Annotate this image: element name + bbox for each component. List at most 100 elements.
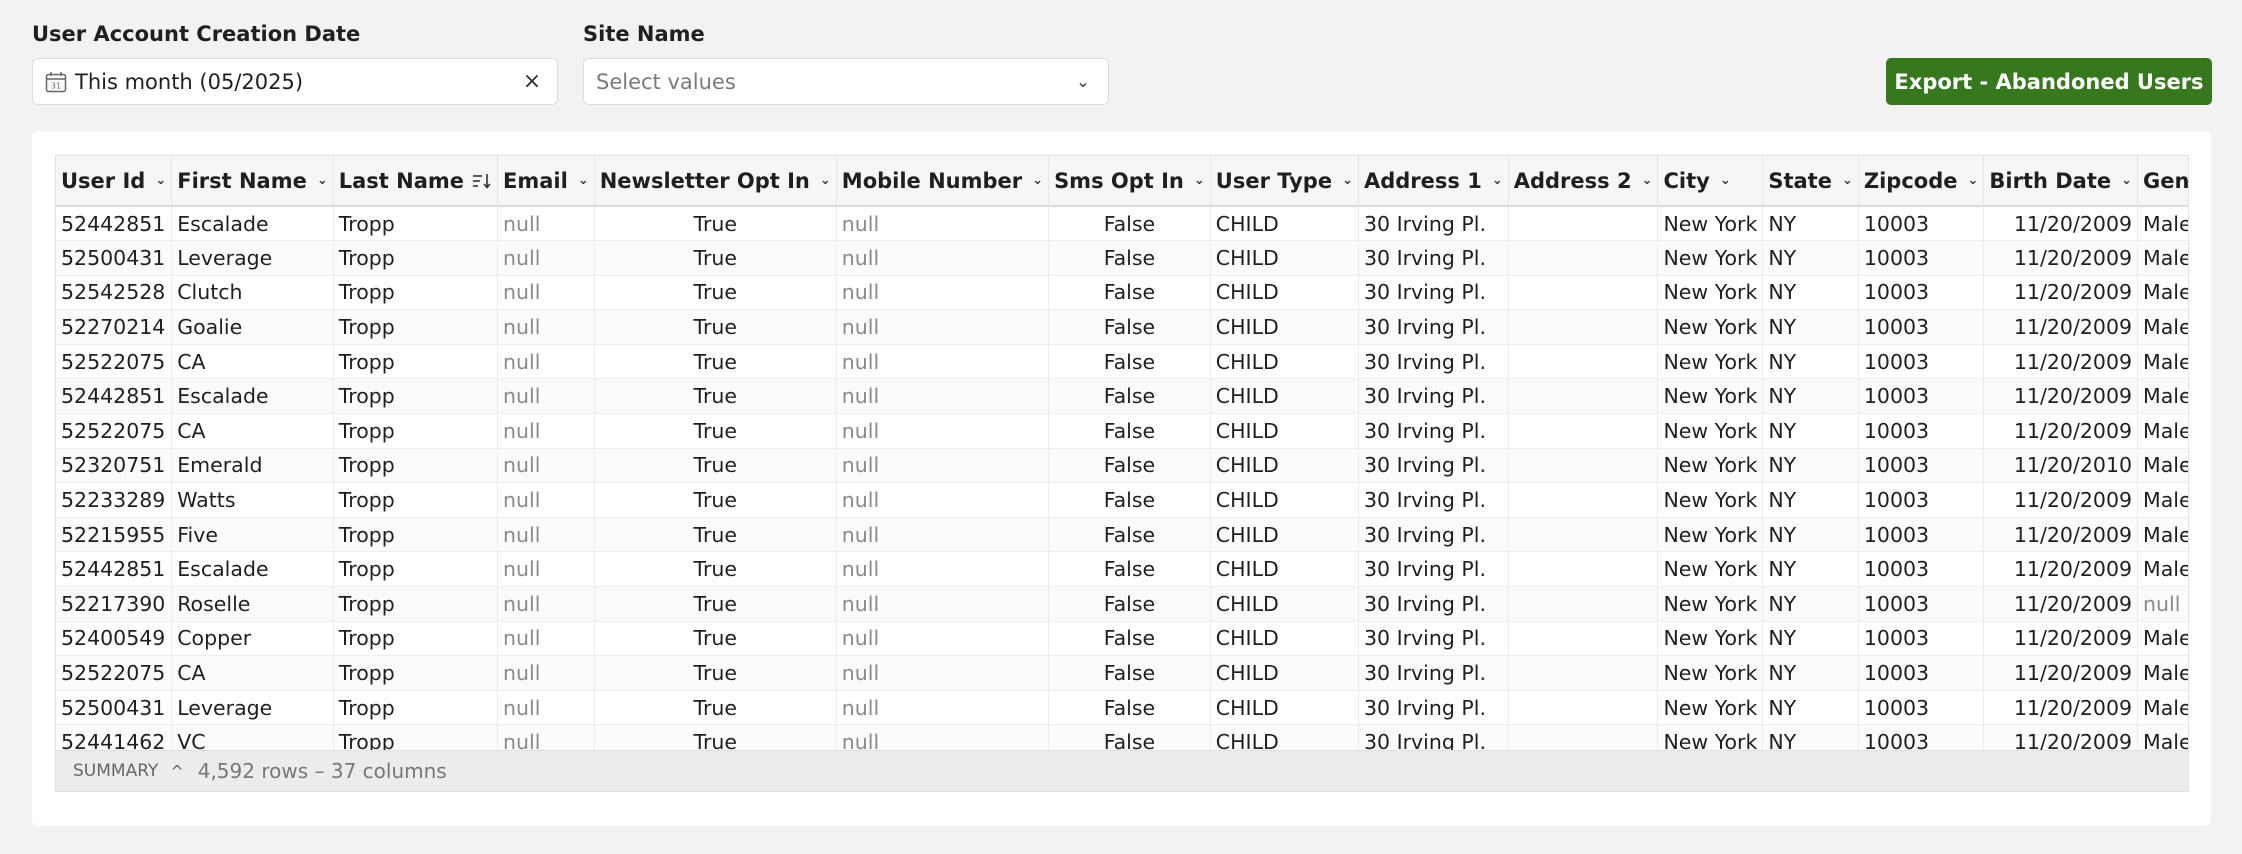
cell-last-name: Tropp	[333, 551, 499, 588]
column-header-address2[interactable]: Address 2 ⌄	[1508, 156, 1659, 207]
summary-label[interactable]: SUMMARY	[73, 761, 158, 781]
column-header-city[interactable]: City ⌄	[1657, 156, 1764, 207]
chevron-down-icon[interactable]: ⌄	[578, 173, 589, 188]
chevron-down-icon[interactable]: ⌄	[820, 173, 831, 188]
cell-user-type: CHILD	[1210, 586, 1359, 622]
cell-city: New York	[1657, 690, 1764, 726]
cell-newsletter: True	[594, 309, 837, 345]
table-row[interactable]: 52400549 Copper Tropp null True null False CHIL…	[56, 621, 2188, 657]
cell-user-id: 52215955	[56, 517, 173, 553]
cell-zipcode: 10003	[1858, 275, 1985, 311]
table-row[interactable]: 52270214 Goalie Tropp null True null False CHIL…	[56, 309, 2188, 345]
chevron-down-icon[interactable]: ⌄	[1842, 173, 1853, 188]
cell-address2	[1508, 586, 1659, 622]
cell-birth-date: 11/20/2009	[1983, 378, 2139, 415]
chevron-down-icon[interactable]: ⌄	[1032, 173, 1043, 188]
column-header-state[interactable]: State ⌄	[1762, 156, 1859, 207]
date-filter-field[interactable]: 31 This month (05/2025) ×	[32, 58, 558, 105]
column-header-gender[interactable]: Gend⌄	[2137, 156, 2188, 207]
column-header-address1[interactable]: Address 1 ⌄	[1358, 156, 1509, 207]
table-row[interactable]: 52320751 Emerald Tropp null True null False CHI…	[56, 448, 2188, 484]
chevron-down-icon[interactable]: ⌄	[155, 173, 166, 188]
cell-mobile: null	[836, 655, 1050, 691]
calendar-icon: 31	[45, 71, 67, 92]
cell-email: null	[497, 448, 595, 484]
chevron-up-icon[interactable]: ^	[170, 762, 183, 781]
cell-state: NY	[1762, 240, 1859, 276]
column-header-user-type[interactable]: User Type ⌄	[1210, 156, 1359, 207]
date-filter-value: This month (05/2025)	[75, 69, 304, 94]
column-header-label: Birth Date	[1989, 168, 2112, 193]
cell-birth-date: 11/20/2009	[1983, 690, 2139, 726]
cell-first-name: Clutch	[171, 275, 334, 311]
cell-user-type: CHILD	[1210, 309, 1359, 345]
cell-birth-date: 11/20/2009	[1983, 309, 2139, 345]
cell-mobile: null	[836, 344, 1050, 380]
chevron-down-icon[interactable]: ⌄	[1342, 173, 1353, 188]
table-row[interactable]: 52522075 CA Tropp null True null False CHILD 30 …	[56, 413, 2188, 449]
cell-state: NY	[1762, 378, 1859, 415]
column-header-newsletter[interactable]: Newsletter Opt In ⌄	[594, 156, 837, 207]
cell-address2	[1508, 551, 1659, 588]
cell-first-name: Five	[171, 517, 334, 553]
cell-address2	[1508, 482, 1659, 518]
table-row[interactable]: 52500431 Leverage Tropp null True null False CH…	[56, 240, 2188, 276]
cell-gender: Male	[2137, 517, 2188, 553]
table-row[interactable]: 52500431 Leverage Tropp null True null False CH…	[56, 690, 2188, 726]
cell-sms: False	[1048, 448, 1211, 484]
cell-gender: Male	[2137, 206, 2188, 242]
table-row[interactable]: 52215955 Five Tropp null True null False CHILD 3…	[56, 517, 2188, 553]
column-header-mobile[interactable]: Mobile Number ⌄	[836, 156, 1050, 207]
site-filter-select[interactable]: Select values ⌄	[583, 58, 1109, 105]
export-abandoned-users-button[interactable]: Export - Abandoned Users	[1886, 58, 2212, 105]
column-header-birth-date[interactable]: Birth Date ⌄	[1983, 156, 2139, 207]
cell-user-type: CHILD	[1210, 482, 1359, 518]
column-header-email[interactable]: Email ⌄	[497, 156, 595, 207]
cell-mobile: null	[836, 275, 1050, 311]
cell-sms: False	[1048, 413, 1211, 449]
column-header-first-name[interactable]: First Name ⌄	[171, 156, 334, 207]
table-row[interactable]: 52442851 Escalade Tropp null True null False CH…	[56, 378, 2188, 415]
cell-zipcode: 10003	[1858, 240, 1985, 276]
sort-descending-icon[interactable]	[472, 172, 492, 190]
cell-gender: Male	[2137, 551, 2188, 588]
cell-state: NY	[1762, 517, 1859, 553]
chevron-down-icon[interactable]: ⌄	[317, 173, 328, 188]
column-header-label: Mobile Number	[841, 168, 1023, 193]
cell-email: null	[497, 586, 595, 622]
column-header-user-id[interactable]: User Id ⌄	[56, 156, 173, 207]
cell-address1: 30 Irving Pl.	[1358, 378, 1509, 415]
cell-address2	[1508, 448, 1659, 484]
clear-icon[interactable]: ×	[517, 69, 547, 94]
table-header-row: User Id ⌄ First Name ⌄ Last Name Email ⌄ Newsle…	[56, 156, 2188, 207]
table-row[interactable]: 52442851 Escalade Tropp null True null False CH…	[56, 551, 2188, 588]
cell-birth-date: 11/20/2010	[1983, 448, 2139, 484]
cell-newsletter: True	[594, 551, 837, 588]
table-row[interactable]: 52522075 CA Tropp null True null False CHILD 30 …	[56, 655, 2188, 691]
table-row[interactable]: 52442851 Escalade Tropp null True null False CH…	[56, 206, 2188, 242]
cell-address1: 30 Irving Pl.	[1358, 206, 1509, 242]
table-row[interactable]: 52522075 CA Tropp null True null False CHILD 30 …	[56, 344, 2188, 380]
cell-gender: Male	[2137, 621, 2188, 657]
chevron-down-icon[interactable]: ⌄	[1194, 173, 1205, 188]
table-row[interactable]: 52542528 Clutch Tropp null True null False CHIL…	[56, 275, 2188, 311]
column-header-zipcode[interactable]: Zipcode ⌄	[1858, 156, 1985, 207]
cell-user-type: CHILD	[1210, 551, 1359, 588]
cell-address1: 30 Irving Pl.	[1358, 621, 1509, 657]
cell-zipcode: 10003	[1858, 551, 1985, 588]
table-row[interactable]: 52233289 Watts Tropp null True null False CHILD…	[56, 482, 2188, 518]
column-header-sms[interactable]: Sms Opt In ⌄	[1048, 156, 1211, 207]
cell-user-id: 52400549	[56, 621, 173, 657]
cell-sms: False	[1048, 690, 1211, 726]
column-header-label: Last Name	[338, 168, 465, 193]
chevron-down-icon[interactable]: ⌄	[1967, 173, 1978, 188]
chevron-down-icon[interactable]: ⌄	[1642, 173, 1653, 188]
chevron-down-icon[interactable]: ⌄	[1068, 72, 1098, 91]
chevron-down-icon[interactable]: ⌄	[2121, 173, 2132, 188]
chevron-down-icon[interactable]: ⌄	[1720, 173, 1731, 188]
column-header-last-name[interactable]: Last Name	[333, 156, 499, 207]
table-row[interactable]: 52217390 Roselle Tropp null True null False CHI…	[56, 586, 2188, 622]
cell-user-id: 52522075	[56, 655, 173, 691]
chevron-down-icon[interactable]: ⌄	[1492, 173, 1503, 188]
row-column-count: 4,592 rows – 37 columns	[197, 759, 447, 783]
